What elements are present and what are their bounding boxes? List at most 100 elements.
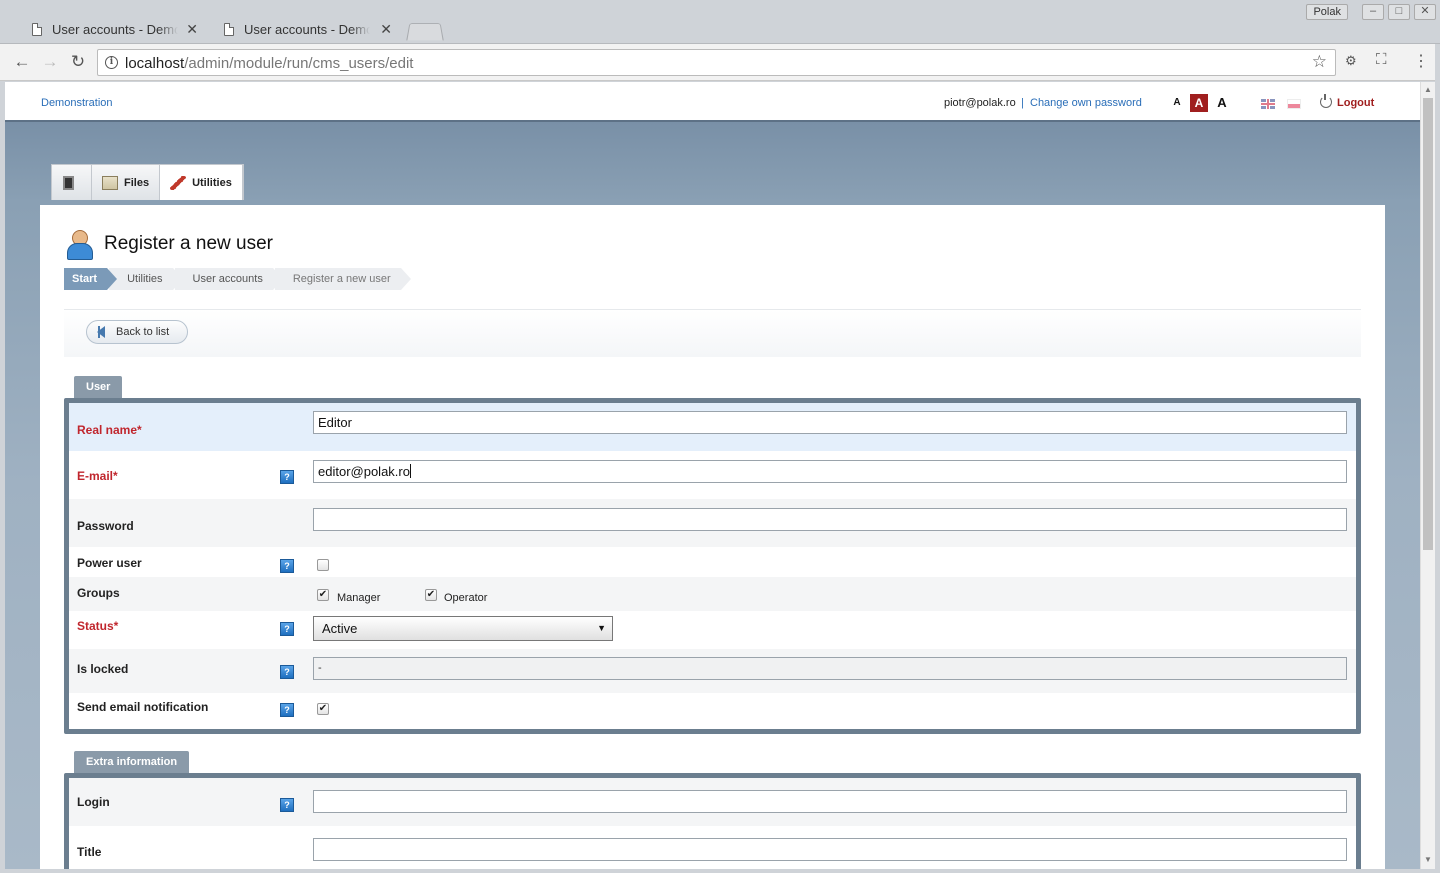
tab-title: User accounts - Demonstration [52,21,178,37]
real-name-row: Real name* Editor [69,403,1356,451]
scroll-up-icon[interactable]: ▲ [1424,85,1432,94]
page-header: Register a new user [66,229,273,260]
files-icon [102,175,118,190]
text-caret [409,464,411,478]
help-icon[interactable]: ? [280,703,294,717]
email-row: E-mail* ? editor@polak.ro [69,451,1356,499]
breadcrumb: Start Utilities User accounts Register a… [64,268,411,290]
email-input[interactable]: editor@polak.ro [313,460,1347,483]
window-frame [0,869,1440,873]
tab-files[interactable]: Files [92,165,161,200]
login-row: Login ? [69,778,1356,826]
javascript-extension-icon[interactable]: ⚙ [1345,53,1357,69]
back-icon[interactable]: ← [12,52,32,72]
monitor-icon [63,175,74,190]
document-icon [32,23,42,36]
send-email-label: Send email notification [77,700,209,714]
status-label: Status* [77,619,119,633]
font-size-large-button[interactable]: A [1213,94,1231,112]
real-name-input[interactable]: Editor [313,411,1347,434]
change-password-link[interactable]: Change own password [1030,97,1142,109]
breadcrumb-user-accounts[interactable]: User accounts [174,268,284,290]
title-row: Title [69,826,1356,869]
help-icon[interactable]: ? [280,559,294,573]
password-label: Password [77,519,134,533]
user-fieldset: Real name* Editor E-mail* ? editor@polak… [64,398,1361,734]
font-size-medium-button[interactable]: A [1190,94,1208,112]
power-user-row: Power user ? [69,547,1356,577]
send-email-row: Send email notification ? ✔ [69,693,1356,729]
bookmark-star-icon[interactable]: ☆ [1312,52,1327,72]
help-icon[interactable]: ? [280,665,294,679]
new-tab-button[interactable] [406,23,444,41]
browser-tab[interactable]: User accounts - Demonstration ✕ [210,14,402,44]
breadcrumb-utilities[interactable]: Utilities [109,268,184,290]
breadcrumb-start[interactable]: Start [64,268,118,290]
site-link[interactable]: Demonstration [41,97,113,109]
operator-checkbox[interactable]: ✔ [425,589,437,601]
help-icon[interactable]: ? [280,798,294,812]
close-tab-icon[interactable]: ✕ [380,21,392,38]
tools-icon [170,175,187,190]
close-window-button[interactable]: ✕ [1414,4,1436,20]
email-label: E-mail* [77,469,118,483]
login-label: Login [77,795,110,809]
vertical-scrollbar[interactable]: ▲ ▼ [1420,82,1435,869]
power-user-label: Power user [77,556,142,570]
maximize-button[interactable]: □ [1388,4,1410,20]
help-icon[interactable]: ? [280,622,294,636]
arrow-left-icon [97,326,105,338]
window-frame [1435,44,1440,873]
separator: | [1021,97,1024,109]
url-text: localhost/admin/module/run/cms_users/edi… [125,55,414,72]
browser-tab-active[interactable]: User accounts - Demonstration ✕ [18,14,208,44]
dropdown-arrow-icon: ▼ [597,623,606,633]
scrollbar-thumb[interactable] [1423,98,1433,550]
tab-label: Files [124,176,150,189]
address-bar[interactable]: i localhost/admin/module/run/cms_users/e… [97,49,1336,76]
back-to-list-label: Back to list [116,326,170,338]
scroll-down-icon[interactable]: ▼ [1424,855,1432,864]
manager-checkbox[interactable]: ✔ [317,589,329,601]
browser-tabstrip: User accounts - Demonstration ✕ User acc… [0,0,1440,44]
page: Demonstration piotr@polak.ro | Change ow… [5,82,1420,869]
font-size-small-button[interactable]: A [1168,94,1186,112]
menu-icon[interactable]: ⋮ [1413,51,1429,71]
help-icon[interactable]: ? [280,470,294,484]
password-row: Password [69,499,1356,547]
back-to-list-button[interactable]: Back to list [86,320,189,344]
user-email: piotr@polak.ro [944,97,1016,109]
tab-title: User accounts - Demonstration [244,21,370,37]
real-name-label: Real name* [77,423,142,437]
info-icon[interactable]: i [105,56,118,69]
user-fieldset-legend[interactable]: User [74,376,123,398]
fullscreen-extension-icon[interactable]: ⛶ [1376,51,1387,68]
tab-dashboard[interactable] [52,165,92,200]
tab-utilities[interactable]: Utilities [160,165,243,200]
password-input[interactable] [313,508,1347,531]
breadcrumb-current: Register a new user [274,268,411,290]
polish-flag-icon[interactable] [1287,99,1301,109]
is-locked-label: Is locked [77,662,129,676]
user-icon [66,229,93,260]
extra-fieldset-legend[interactable]: Extra information [74,751,190,773]
minimize-button[interactable]: – [1362,4,1384,20]
english-flag-icon[interactable] [1261,99,1275,109]
reload-icon[interactable]: ↻ [68,52,88,72]
forward-icon[interactable]: → [40,52,60,72]
login-input[interactable] [313,790,1347,813]
main-content: Register a new user Start Utilities User… [40,205,1385,869]
status-select[interactable]: Active ▼ [313,616,613,641]
title-input[interactable] [313,838,1347,861]
power-user-checkbox[interactable] [317,559,329,571]
tab-label: Utilities [192,176,232,189]
top-bar: Demonstration piotr@polak.ro | Change ow… [5,82,1420,122]
document-icon [224,23,234,36]
title-label: Title [77,845,102,859]
logout-link[interactable]: Logout [1337,97,1374,109]
profile-button[interactable]: Polak [1306,4,1348,20]
module-tabs: Files Utilities [51,164,244,200]
close-tab-icon[interactable]: ✕ [186,21,198,38]
action-bar: Back to list [64,309,1361,357]
send-email-checkbox[interactable]: ✔ [317,703,329,715]
